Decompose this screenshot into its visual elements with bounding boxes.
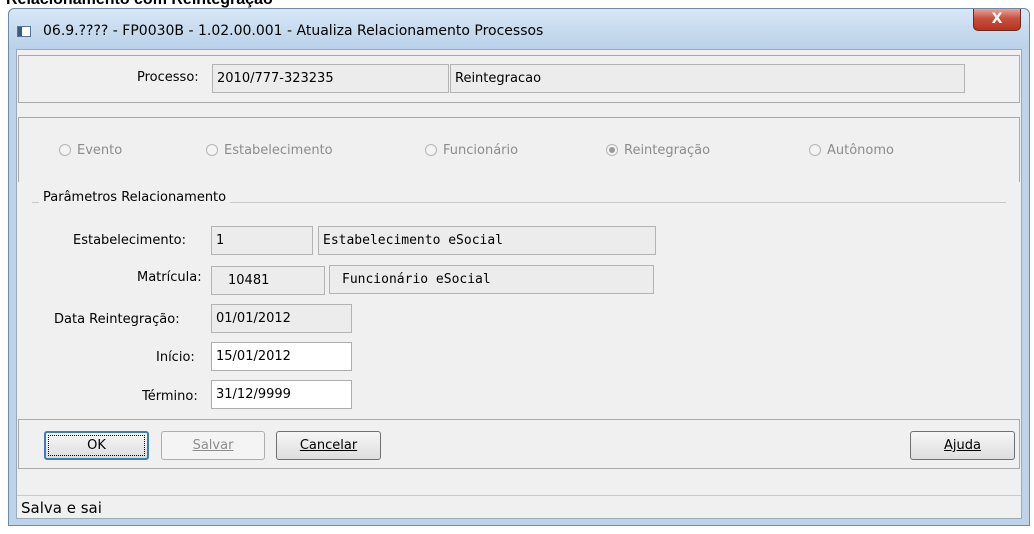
dialog-client-area: Processo: 2010/777-323235 Reintegracao E… (16, 49, 1022, 519)
radio-label: Evento (77, 143, 123, 158)
matricula-description-field: Funcionário eSocial (329, 265, 654, 294)
button-bar: OK Salvar Cancelar Ajuda (18, 419, 1020, 469)
process-number-field[interactable]: 2010/777-323235 (212, 64, 449, 93)
radio-reintegracao[interactable]: Reintegração (606, 143, 710, 158)
close-icon: X (991, 11, 1003, 27)
radio-funcionario[interactable]: Funcionário (425, 143, 518, 158)
ajuda-button[interactable]: Ajuda (910, 431, 1015, 460)
radio-label: Estabelecimento (224, 143, 333, 158)
process-label: Processo: (137, 70, 199, 85)
process-panel: Processo: 2010/777-323235 Reintegracao (18, 55, 1020, 103)
radio-estabelecimento[interactable]: Estabelecimento (206, 143, 333, 158)
cancelar-button[interactable]: Cancelar (276, 431, 381, 460)
title-bar[interactable]: 06.9.???? - FP0030B - 1.02.00.001 - Atua… (9, 9, 1029, 49)
window-title: 06.9.???? - FP0030B - 1.02.00.001 - Atua… (43, 23, 544, 39)
estabelecimento-code-field[interactable]: 1 (211, 226, 313, 255)
relationship-type-panel: Evento Estabelecimento Funcionário Reint… (18, 117, 1020, 182)
ajuda-label: Ajuda (944, 438, 981, 453)
radio-button-icon (206, 144, 218, 156)
radio-label: Reintegração (624, 143, 711, 158)
radio-button-icon (809, 144, 821, 156)
dialog-window: 06.9.???? - FP0030B - 1.02.00.001 - Atua… (8, 8, 1030, 526)
radio-autonomo[interactable]: Autônomo (809, 143, 894, 158)
radio-label: Autônomo (827, 143, 894, 158)
ok-button[interactable]: OK (44, 431, 149, 460)
salvar-button[interactable]: Salvar (161, 431, 265, 460)
data-reintegracao-field[interactable]: 01/01/2012 (211, 304, 352, 333)
estabelecimento-description-field: Estabelecimento eSocial (318, 226, 656, 255)
cancelar-label: Cancelar (299, 438, 358, 453)
estabelecimento-label: Estabelecimento: (73, 233, 187, 248)
window-app-icon[interactable] (17, 26, 31, 37)
radio-label: Funcionário (443, 143, 519, 158)
radio-button-icon (59, 144, 71, 156)
data-reintegracao-label: Data Reintegração: (54, 312, 180, 327)
radio-button-icon (425, 144, 437, 156)
termino-label: Término: (142, 389, 198, 404)
close-button[interactable]: X (973, 9, 1021, 31)
process-description-field: Reintegracao (450, 64, 965, 93)
radio-evento[interactable]: Evento (59, 143, 122, 158)
matricula-code-field[interactable]: 10481 (211, 266, 325, 295)
termino-date-input[interactable]: 31/12/9999 (211, 380, 352, 409)
salvar-label: Salvar (192, 438, 234, 453)
params-group-title: Parâmetros Relacionamento (39, 190, 231, 205)
inicio-date-input[interactable]: 15/01/2012 (211, 342, 352, 371)
status-bar: Salva e sai (17, 495, 1021, 519)
inicio-label: Início: (156, 350, 195, 365)
radio-selected-icon (606, 144, 618, 156)
matricula-label: Matrícula: (137, 270, 202, 285)
